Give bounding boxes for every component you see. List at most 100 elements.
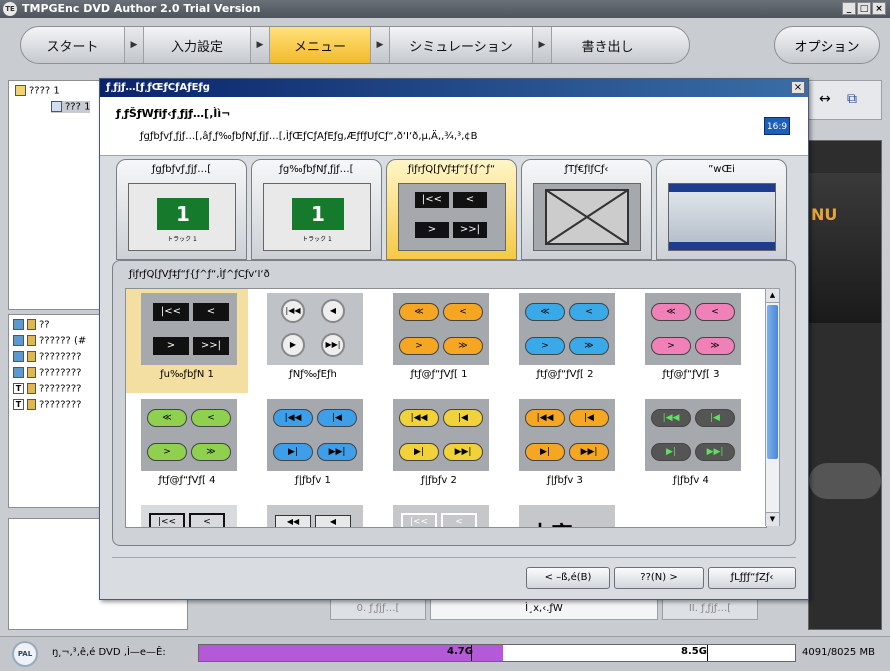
- button-style-item[interactable]: |◀◀ |◀ ▶| ▶▶| ƒ|ƒbƒv 4: [630, 395, 752, 499]
- tab-thumbnail[interactable]: ƒTƒ€ƒlƒCƒ‹: [521, 159, 652, 260]
- nav-step-start[interactable]: スタート: [21, 27, 124, 63]
- fit-width-icon[interactable]: ↔: [819, 91, 831, 107]
- list-item[interactable]: T????????: [13, 383, 81, 395]
- tab-background[interactable]: ”wŒi: [656, 159, 787, 260]
- last-icon: >>|: [453, 222, 487, 238]
- lower-tab-2[interactable]: II. ƒ͵ƒjƒ…[: [662, 598, 758, 620]
- close-window-button[interactable]: ×: [872, 2, 886, 15]
- button-style-item[interactable]: ≪ < > ≫ ƒtƒ@ƒ“ƒVƒ[ 3: [630, 289, 752, 393]
- dialog-header: ƒ͵ƒŠƒWƒiƒ‹ƒ͵ƒjƒ…[‚Ìì¬ ƒgƒbƒvƒ͵ƒjƒ…[‚âƒ͵ƒ…: [100, 97, 808, 156]
- next-icon: >: [525, 337, 565, 355]
- app-title: TMPGEnc DVD Author 2.0 Trial Version: [22, 2, 261, 15]
- lock-icon: [27, 319, 36, 330]
- list-item[interactable]: T????????: [13, 399, 81, 411]
- lock-icon: [27, 335, 36, 346]
- app-title-bar: TE TMPGEnc DVD Author 2.0 Trial Version …: [0, 0, 890, 18]
- last-icon: >>|: [193, 337, 229, 355]
- next-button[interactable]: ??(N) >: [614, 567, 704, 589]
- next-icon: >: [415, 222, 449, 238]
- first-icon: ◀◀: [275, 515, 311, 527]
- button-style-item[interactable]: |<< < > >>| ƒu‰ƒbƒN 1: [126, 289, 248, 393]
- panel-title: ƒiƒrƒQ[ƒVƒ‡ƒ“ƒ{ƒ^ƒ“‚Ìƒ^ƒCƒv‘I‘ð: [129, 269, 270, 280]
- last-icon: ▶▶|: [569, 443, 609, 461]
- previous-icon: <: [441, 513, 477, 527]
- first-icon: |◀◀: [273, 409, 313, 427]
- previous-icon: |◀: [317, 409, 357, 427]
- button-style-item[interactable]: ≪ < > ≫ ƒtƒ@ƒ“ƒVƒ[ 1: [378, 289, 500, 393]
- button-style-item[interactable]: ◀◀ ◀: [252, 501, 374, 527]
- nav-arrow-icon: ▶: [532, 27, 552, 63]
- button-style-item[interactable]: ≪ < > ≫ ƒtƒ@ƒ“ƒVƒ[ 2: [504, 289, 626, 393]
- thumb-caption: トラック 1: [167, 236, 197, 243]
- button-style-item[interactable]: |◀◀ |◀ ▶| ▶▶| ƒ|ƒbƒv 3: [504, 395, 626, 499]
- dialog-heading: ƒ͵ƒŠƒWƒiƒ‹ƒ͵ƒjƒ…[‚Ìì¬: [116, 107, 231, 120]
- last-icon: ≫: [443, 337, 483, 355]
- button-style-item[interactable]: |◀◀ ◀ ▶ ▶▶| ƒNƒ‰ƒEƒh: [252, 289, 374, 393]
- menu-layout-dialog: ƒ͵ƒjƒ…[ƒ͵ƒŒƒCƒAƒEƒg × ƒ͵ƒŠƒWƒiƒ‹ƒ͵ƒjƒ…[‚…: [99, 78, 809, 600]
- back-button[interactable]: < –ß‚é(B): [526, 567, 610, 589]
- button-style-item[interactable]: ≪ < > ≫ ƒtƒ@ƒ“ƒVƒ[ 4: [126, 395, 248, 499]
- next-icon: ▶|: [399, 443, 439, 461]
- button-style-item[interactable]: |◀◀ |◀ ▶| ▶▶| ƒ|ƒbƒv 2: [378, 395, 500, 499]
- capacity-marker: [707, 645, 708, 661]
- tab-navigation-buttons[interactable]: ƒiƒrƒQ[ƒVƒ‡ƒ“ƒ{ƒ^ƒ“ |<< < > >>|: [386, 159, 517, 260]
- text-icon: T: [13, 399, 24, 410]
- tab-top-menu[interactable]: ƒgƒbƒvƒ͵ƒjƒ…[ 1 トラック 1: [116, 159, 247, 260]
- minimize-button[interactable]: _: [842, 2, 856, 15]
- button-style-grid: |<< < > >>| ƒu‰ƒbƒN 1 |◀◀ ◀ ▶ ▶▶| ƒNƒ‰ƒE…: [125, 288, 767, 528]
- lower-tab-1[interactable]: Ì¸x,‹.ƒW: [430, 598, 658, 620]
- scroll-down-icon[interactable]: ▼: [766, 512, 779, 526]
- lock-icon: [27, 367, 36, 378]
- preview-frame: [809, 173, 881, 323]
- capacity-marker-label: 8.5G: [681, 646, 707, 657]
- next-icon: ▶: [281, 333, 305, 357]
- window-icon[interactable]: ⧉: [847, 91, 857, 107]
- first-icon: |◀◀: [525, 409, 565, 427]
- cancel-button[interactable]: ƒLƒƒƒ“ƒZƒ‹: [708, 567, 796, 589]
- next-icon: ▶|: [273, 443, 313, 461]
- lower-tabs: 0. ƒ͵ƒjƒ…[ Ì¸x,‹.ƒW II. ƒ͵ƒjƒ…[: [330, 598, 758, 620]
- previous-icon: <: [443, 303, 483, 321]
- dialog-close-button[interactable]: ×: [791, 81, 805, 94]
- last-icon: ▶▶|: [695, 443, 735, 461]
- first-icon: ≪: [525, 303, 565, 321]
- list-item[interactable]: ????????: [13, 351, 81, 363]
- list-item[interactable]: ????????: [13, 367, 81, 379]
- previous-icon: |◀: [695, 409, 735, 427]
- grid-scrollbar[interactable]: ▲ ▼: [765, 288, 780, 526]
- scroll-up-icon[interactable]: ▲: [766, 289, 779, 303]
- lock-icon: [27, 399, 36, 410]
- tree-item[interactable]: ??? 1: [51, 101, 91, 113]
- nav-step-menu[interactable]: メニュー: [270, 27, 370, 63]
- maximize-button[interactable]: □: [857, 2, 871, 15]
- dialog-title: ƒ͵ƒjƒ…[ƒ͵ƒŒƒCƒAƒEƒg: [100, 79, 808, 97]
- document-icon: [51, 101, 62, 112]
- list-item[interactable]: ??: [13, 319, 50, 331]
- lock-icon: [27, 383, 36, 394]
- options-button[interactable]: オプション: [774, 26, 880, 64]
- folder-icon: [15, 85, 26, 96]
- first-icon: ≪: [147, 409, 187, 427]
- scroll-thumb[interactable]: [767, 305, 778, 459]
- button-style-item[interactable]: |<< <: [126, 501, 248, 527]
- next-icon: >: [153, 337, 189, 355]
- nav-step-input[interactable]: 入力設定: [144, 27, 250, 63]
- last-icon: ▶▶|: [443, 443, 483, 461]
- nav-step-output[interactable]: 書き出し: [552, 27, 663, 63]
- preview-title-text: NU: [811, 205, 838, 224]
- image-icon: [13, 335, 24, 346]
- button-style-item[interactable]: |◀◀ |◀ ▶| ▶▶| ƒ|ƒbƒv 1: [252, 395, 374, 499]
- list-item[interactable]: ?????? (#: [13, 335, 86, 347]
- button-style-item[interactable]: |<< <: [378, 501, 500, 527]
- last-icon: ▶▶|: [321, 333, 345, 357]
- previous-icon: <: [453, 192, 487, 208]
- next-icon: >: [147, 443, 187, 461]
- thumb-caption: トラック 1: [302, 236, 332, 243]
- tab-track-menu[interactable]: ƒg‰ƒbƒNƒ͵ƒjƒ…[ 1 トラック 1: [251, 159, 382, 260]
- nav-step-simulation[interactable]: シミュレーション: [390, 27, 532, 63]
- button-style-item[interactable]: 木宮: [504, 501, 626, 527]
- tree-item[interactable]: ???? 1: [15, 85, 60, 97]
- lower-tab-0[interactable]: 0. ƒ͵ƒjƒ…[: [330, 598, 426, 620]
- previous-icon: <: [189, 513, 225, 527]
- last-icon: ≫: [569, 337, 609, 355]
